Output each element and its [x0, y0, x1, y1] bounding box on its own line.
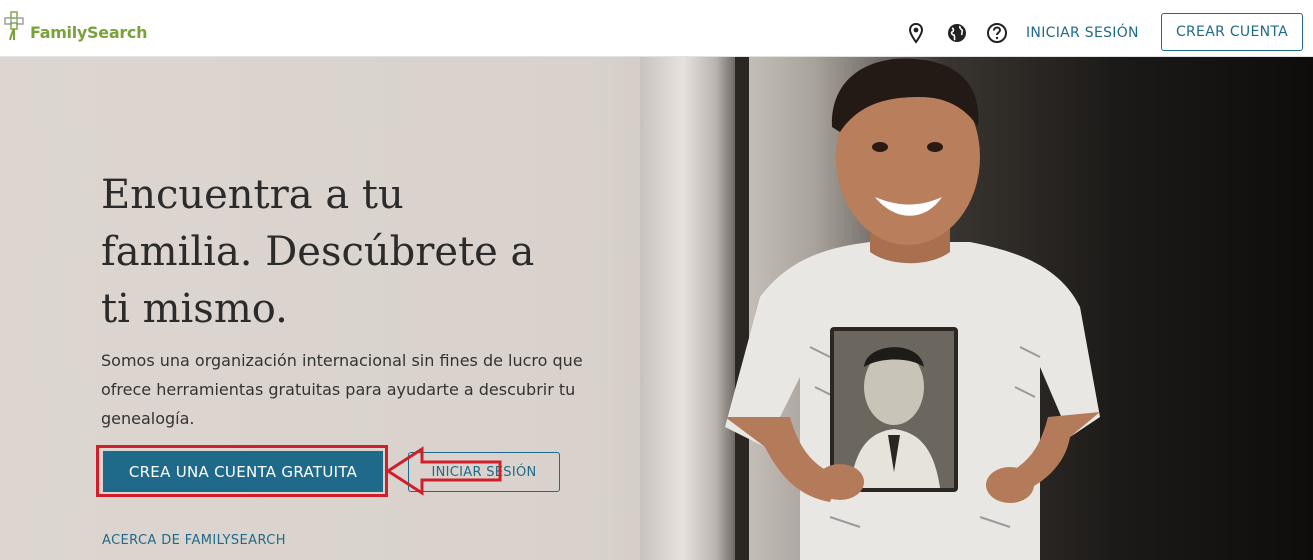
hero-title-line: ti mismo. — [101, 286, 288, 332]
hero-title: Encuentra a tu familia. Descúbrete a ti … — [101, 167, 661, 338]
hero-description-line: Somos una organización internacional sin… — [101, 351, 583, 370]
create-free-account-button[interactable]: CREA UNA CUENTA GRATUITA — [103, 451, 383, 492]
hero-title-line: familia. Descúbrete a — [101, 229, 535, 275]
globe-icon[interactable] — [946, 22, 968, 44]
hero-description: Somos una organización internacional sin… — [101, 346, 621, 433]
about-familysearch-link[interactable]: ACERCA DE FAMILYSEARCH — [102, 533, 286, 548]
header-signin-link[interactable]: INICIAR SESIÓN — [1026, 25, 1139, 41]
hero-section: Encuentra a tu familia. Descúbrete a ti … — [0, 57, 1313, 560]
tree-logo-icon — [4, 11, 24, 41]
hero-title-line: Encuentra a tu — [101, 172, 404, 218]
create-account-button[interactable]: CREAR CUENTA — [1161, 13, 1303, 51]
hero-description-line: genealogía. — [101, 409, 195, 428]
logo-text: FamilySearch — [30, 22, 148, 42]
location-icon[interactable] — [905, 22, 927, 44]
annotation-arrow-icon — [386, 446, 502, 496]
help-icon[interactable] — [986, 22, 1008, 44]
top-header: FamilySearch INICIAR SESIÓN CREAR CUENTA — [0, 0, 1313, 57]
familysearch-logo[interactable]: FamilySearch — [4, 8, 148, 44]
hero-photo-boy-holding-portrait — [725, 58, 1100, 560]
hero-description-line: ofrece herramientas gratuitas para ayuda… — [101, 380, 576, 399]
